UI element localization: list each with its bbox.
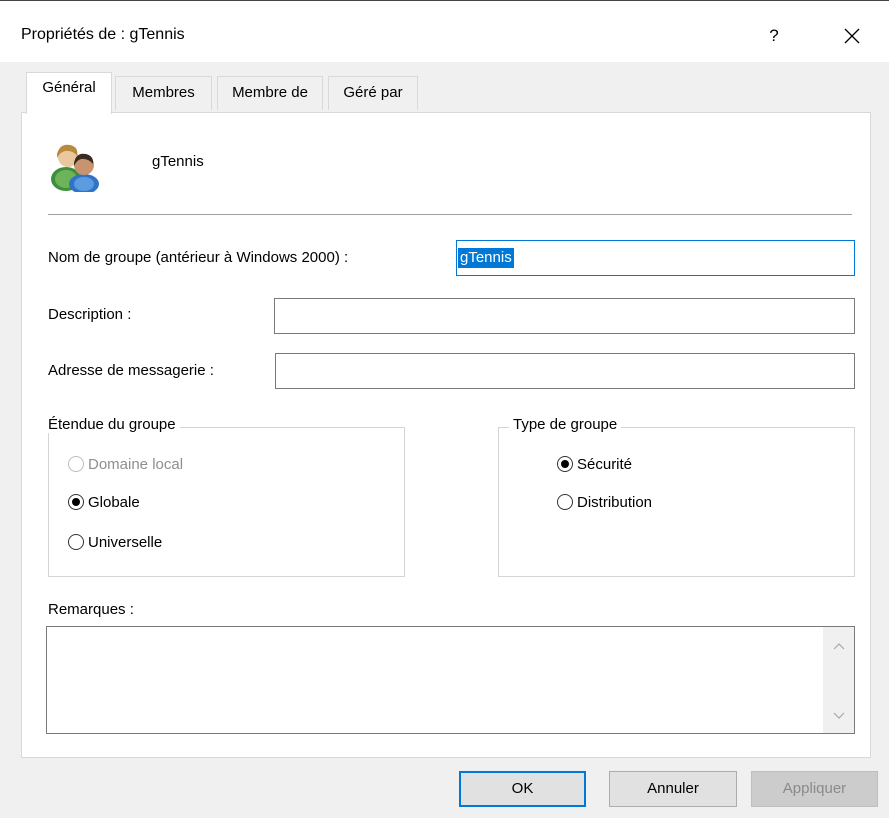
radio-label: Sécurité [577, 455, 633, 473]
notes-label: Remarques : [48, 601, 134, 618]
radio-indicator [68, 456, 84, 472]
radio-indicator [557, 494, 573, 510]
title-bar: Propriétés de : gTennis ? [0, 0, 889, 62]
tab-general[interactable]: Général [26, 72, 112, 114]
radio-universal[interactable]: Universelle [68, 530, 162, 554]
radio-indicator [68, 494, 84, 510]
group-name-display: gTennis [152, 153, 204, 170]
radio-domain-local[interactable]: Domaine local [68, 452, 183, 476]
tab-members[interactable]: Membres [115, 76, 212, 110]
radio-global[interactable]: Globale [68, 490, 140, 514]
sam-name-value: gTennis [458, 248, 514, 268]
tab-managed-by[interactable]: Géré par [328, 76, 418, 110]
chevron-up-icon[interactable] [823, 635, 854, 655]
tab-member-of[interactable]: Membre de [217, 76, 323, 110]
group-type-box [498, 427, 855, 577]
radio-label: Distribution [577, 493, 653, 511]
radio-label: Universelle [88, 533, 163, 551]
ok-button[interactable]: OK [459, 771, 586, 807]
sam-name-label: Nom de groupe (antérieur à Windows 2000)… [48, 249, 349, 266]
group-users-icon [51, 144, 99, 192]
sam-name-field[interactable] [456, 240, 855, 276]
group-scope-legend: Étendue du groupe [44, 416, 180, 433]
notes-textarea[interactable] [46, 626, 855, 734]
group-type-legend: Type de groupe [509, 416, 622, 433]
help-button[interactable]: ? [754, 19, 794, 53]
email-label: Adresse de messagerie : [48, 362, 214, 379]
divider [48, 214, 852, 215]
close-button[interactable] [832, 19, 872, 53]
radio-distribution[interactable]: Distribution [557, 490, 652, 514]
radio-security[interactable]: Sécurité [557, 452, 632, 476]
description-field[interactable] [274, 298, 855, 334]
radio-label: Domaine local [88, 455, 184, 473]
radio-indicator [68, 534, 84, 550]
radio-indicator [557, 456, 573, 472]
email-field[interactable] [275, 353, 855, 389]
close-icon [844, 28, 860, 44]
apply-button[interactable]: Appliquer [751, 771, 878, 807]
radio-label: Globale [88, 493, 140, 511]
cancel-button[interactable]: Annuler [609, 771, 737, 807]
chevron-down-icon[interactable] [823, 705, 854, 725]
window-title: Propriétés de : gTennis [21, 26, 185, 43]
notes-scrollbar[interactable] [823, 627, 854, 733]
description-label: Description : [48, 306, 132, 323]
